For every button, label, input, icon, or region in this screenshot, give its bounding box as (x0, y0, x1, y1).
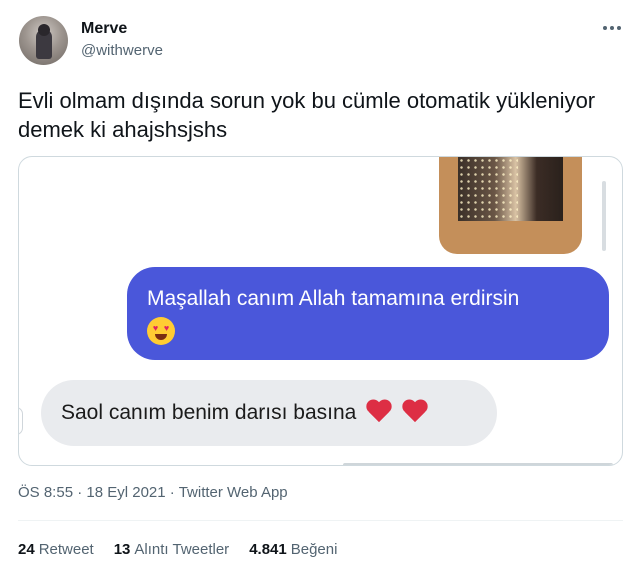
sent-message-text: Maşallah canım Allah tamamına erdirsin (147, 287, 520, 310)
avatar[interactable] (19, 16, 68, 65)
tweet-source[interactable]: Twitter Web App (179, 484, 288, 501)
chat-scrollbar (602, 181, 606, 251)
tweet-date[interactable]: 18 Eyl 2021 (86, 484, 165, 501)
chat-photo-bubble (439, 157, 582, 254)
received-message-bubble: Saol canım benim darısı basına (41, 380, 497, 446)
tweet-meta: ÖS 8:55 · 18 Eyl 2021 · Twitter Web App (18, 484, 288, 501)
emoji-mouth (155, 334, 167, 340)
retweets-stat[interactable]: 24 Retweet (18, 541, 94, 558)
display-name[interactable]: Merve (81, 20, 127, 38)
dot (610, 26, 614, 30)
received-message-text: Saol canım benim darısı basına (61, 401, 357, 424)
quote-tweets-stat[interactable]: 13 Alıntı Tweetler (114, 541, 229, 558)
likes-label: Beğeni (290, 541, 338, 558)
red-heart-icon (365, 398, 393, 424)
likes-stat[interactable]: 4.841 Beğeni (249, 541, 337, 558)
more-horizontal-icon[interactable] (601, 18, 623, 38)
quotes-count: 13 (113, 541, 131, 558)
sent-message-bubble: Maşallah canım Allah tamamına erdirsin ♥… (127, 267, 609, 360)
tweet: Merve @withwerve Evli olmam dışında soru… (0, 0, 635, 574)
heart-eyes-emoji-icon: ♥ ♥ (147, 317, 175, 345)
retweets-label: Retweet (38, 541, 94, 558)
red-heart-icon (401, 398, 429, 424)
tweet-text: Evli olmam dışında sorun yok bu cümle ot… (18, 88, 596, 142)
next-message-edge (343, 463, 613, 465)
heart-eye-left: ♥ (152, 323, 159, 333)
dot (603, 26, 607, 30)
user-handle[interactable]: @withwerve (81, 42, 163, 59)
likes-count: 4.841 (249, 541, 287, 558)
avatar-head (38, 24, 50, 36)
attached-image[interactable]: Maşallah canım Allah tamamına erdirsin ♥… (18, 156, 623, 466)
divider (18, 520, 623, 521)
quotes-label: Alıntı Tweetler (134, 541, 230, 558)
heart-eye-right: ♥ (163, 323, 170, 333)
tweet-time[interactable]: ÖS 8:55 (18, 484, 73, 501)
meta-separator: · (165, 484, 179, 501)
meta-separator: · (73, 484, 87, 501)
dot (617, 26, 621, 30)
tweet-stats: 24 Retweet 13 Alıntı Tweetler 4.841 Beğeni (18, 541, 337, 558)
retweets-count: 24 (18, 541, 35, 558)
chat-photo (458, 157, 563, 221)
chat-side-indicator (19, 407, 23, 435)
